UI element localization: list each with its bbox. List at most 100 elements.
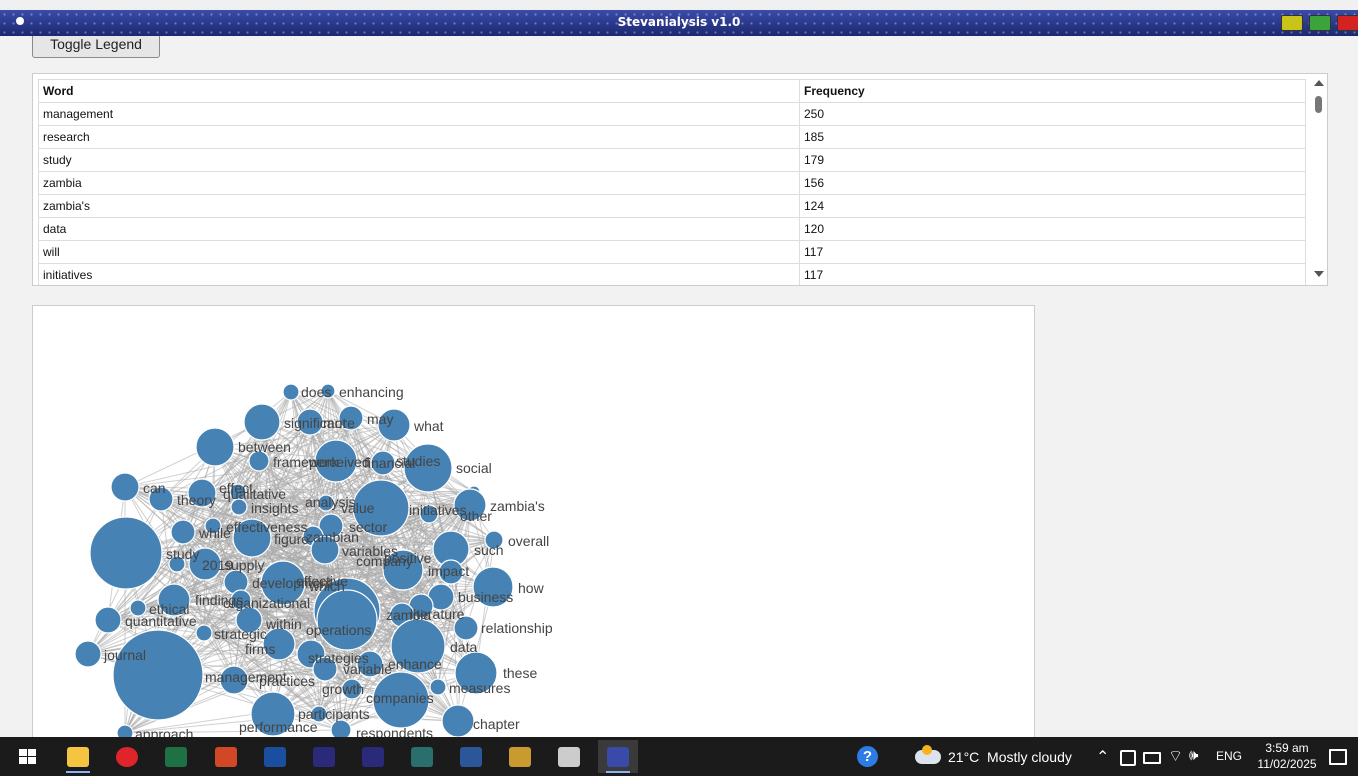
taskbar-powerpoint-icon[interactable] bbox=[206, 740, 246, 773]
graph-node[interactable] bbox=[316, 589, 378, 651]
graph-node[interactable] bbox=[441, 704, 475, 737]
graph-node-label: company bbox=[356, 553, 413, 569]
minimize-button[interactable] bbox=[1281, 15, 1303, 31]
table-row[interactable]: study 179 bbox=[38, 148, 1306, 172]
app-glyph bbox=[607, 747, 629, 767]
clock-date: 11/02/2025 bbox=[1257, 757, 1317, 771]
taskbar-excel-icon[interactable] bbox=[156, 740, 196, 773]
graph-node-label: firms bbox=[245, 641, 275, 657]
graph-node[interactable] bbox=[116, 724, 134, 737]
word-frequency-table: Word Frequency management 250 research 185 s… bbox=[38, 79, 1306, 285]
graph-node[interactable] bbox=[112, 629, 204, 721]
wifi-icon[interactable]: ⌔ bbox=[1168, 746, 1183, 766]
graph-node-label: theory bbox=[177, 492, 216, 508]
word-frequency-table-container[interactable]: Word Frequency management 250 research 185 s… bbox=[32, 73, 1328, 286]
taskbar-file-explorer-icon[interactable] bbox=[58, 740, 98, 773]
frequency-cell: 117 bbox=[799, 263, 1306, 285]
graph-node-label: measures bbox=[449, 680, 510, 696]
battery-icon[interactable] bbox=[1143, 752, 1161, 764]
taskbar-stevanialysis-icon[interactable] bbox=[598, 740, 638, 773]
graph-node-label: relationship bbox=[481, 620, 553, 636]
scroll-down-arrow-icon[interactable] bbox=[1314, 271, 1324, 277]
title-bar: Stevanialysis v1.0 bbox=[0, 10, 1358, 36]
frequency-cell: 124 bbox=[799, 194, 1306, 218]
graph-node[interactable] bbox=[74, 640, 102, 668]
app-glyph bbox=[116, 747, 138, 767]
app-glyph bbox=[264, 747, 286, 767]
frequency-cell: 120 bbox=[799, 217, 1306, 241]
table-row[interactable]: will 117 bbox=[38, 240, 1306, 264]
graph-node-label: variable bbox=[343, 661, 392, 677]
notification-icon[interactable] bbox=[1329, 749, 1347, 765]
word-cell: research bbox=[38, 125, 800, 149]
maximize-button[interactable] bbox=[1309, 15, 1331, 31]
volume-icon[interactable]: 🕪 bbox=[1189, 747, 1198, 764]
meet-now-icon[interactable] bbox=[1120, 750, 1136, 766]
word-cell: data bbox=[38, 217, 800, 241]
taskbar-windows-start-icon[interactable] bbox=[8, 740, 48, 773]
taskbar-after-effects-icon[interactable] bbox=[353, 740, 393, 773]
graph-node[interactable] bbox=[110, 472, 140, 502]
scroll-thumb[interactable] bbox=[1315, 96, 1322, 113]
word-network-svg[interactable]: does enhancingsignificantmore may whatbetwe… bbox=[33, 306, 1034, 737]
graph-node-label: within bbox=[265, 616, 302, 632]
taskbar-game-icon[interactable] bbox=[500, 740, 540, 773]
app-glyph bbox=[411, 747, 433, 767]
graph-node-label: overall bbox=[508, 533, 549, 549]
table-row[interactable]: data 120 bbox=[38, 217, 1306, 241]
frequency-cell: 185 bbox=[799, 125, 1306, 149]
graph-node-label: what bbox=[413, 418, 444, 434]
table-row[interactable]: management 250 bbox=[38, 102, 1306, 126]
graph-node[interactable] bbox=[330, 719, 352, 737]
running-indicator bbox=[66, 771, 90, 773]
weather-text[interactable]: 21°C Mostly cloudy bbox=[948, 749, 1072, 765]
taskbar-mendeley-icon[interactable] bbox=[255, 740, 295, 773]
graph-node[interactable] bbox=[282, 383, 300, 401]
graph-node[interactable] bbox=[195, 624, 213, 642]
graph-node[interactable] bbox=[243, 403, 281, 441]
graph-node-label: figure bbox=[274, 531, 309, 547]
running-indicator bbox=[606, 771, 630, 773]
table-row[interactable]: zambia 156 bbox=[38, 171, 1306, 195]
graph-node[interactable] bbox=[170, 519, 196, 545]
language-indicator[interactable]: ENG bbox=[1216, 749, 1242, 763]
scroll-up-arrow-icon[interactable] bbox=[1314, 80, 1324, 86]
tray-chevron-up-icon[interactable]: ⌃ bbox=[1096, 747, 1109, 767]
toggle-legend-button[interactable]: Toggle Legend bbox=[32, 36, 160, 58]
graph-node-label: companies bbox=[366, 690, 434, 706]
taskbar-opera-icon[interactable] bbox=[107, 740, 147, 773]
column-header-word[interactable]: Word bbox=[38, 79, 800, 103]
graph-node[interactable] bbox=[89, 516, 163, 590]
table-row[interactable]: initiatives 117 bbox=[38, 263, 1306, 285]
column-header-frequency[interactable]: Frequency bbox=[799, 79, 1306, 103]
taskbar-word-icon[interactable] bbox=[451, 740, 491, 773]
taskbar-library-icon[interactable] bbox=[549, 740, 589, 773]
clock-time: 3:59 am bbox=[1265, 741, 1309, 755]
close-button[interactable] bbox=[1337, 15, 1358, 31]
app-glyph bbox=[362, 747, 384, 767]
graph-node-label: perceived bbox=[309, 454, 370, 470]
graph-node-label: data bbox=[450, 639, 477, 655]
taskbar-premiere-icon[interactable] bbox=[304, 740, 344, 773]
clock[interactable]: 3:59 am 11/02/2025 bbox=[1252, 740, 1322, 772]
table-row[interactable]: zambia's 124 bbox=[38, 194, 1306, 218]
graph-node-label: operations bbox=[306, 622, 371, 638]
word-network-graph[interactable]: does enhancing significant more may what betwe… bbox=[32, 305, 1035, 737]
graph-node-label: practices bbox=[259, 673, 315, 689]
table-scrollbar[interactable] bbox=[1310, 74, 1327, 285]
graph-node-label: studies bbox=[396, 453, 440, 469]
graph-node[interactable] bbox=[94, 606, 122, 634]
taskbar-app-green-icon[interactable] bbox=[402, 740, 442, 773]
app-glyph bbox=[165, 747, 187, 767]
word-cell: study bbox=[38, 148, 800, 172]
graph-node-label: other bbox=[460, 508, 492, 524]
graph-node[interactable] bbox=[195, 427, 235, 467]
taskbar: ? 21°C Mostly cloudy ⌃ ⌔ 🕪 ENG 3:59 am 1… bbox=[0, 737, 1358, 776]
app-glyph bbox=[313, 747, 335, 767]
graph-node-label: respondents bbox=[356, 725, 433, 737]
app-glyph bbox=[509, 747, 531, 767]
graph-node-label: how bbox=[518, 580, 545, 596]
graph-node-label: strategic bbox=[214, 626, 267, 642]
table-row[interactable]: research 185 bbox=[38, 125, 1306, 149]
help-icon[interactable]: ? bbox=[857, 746, 878, 767]
